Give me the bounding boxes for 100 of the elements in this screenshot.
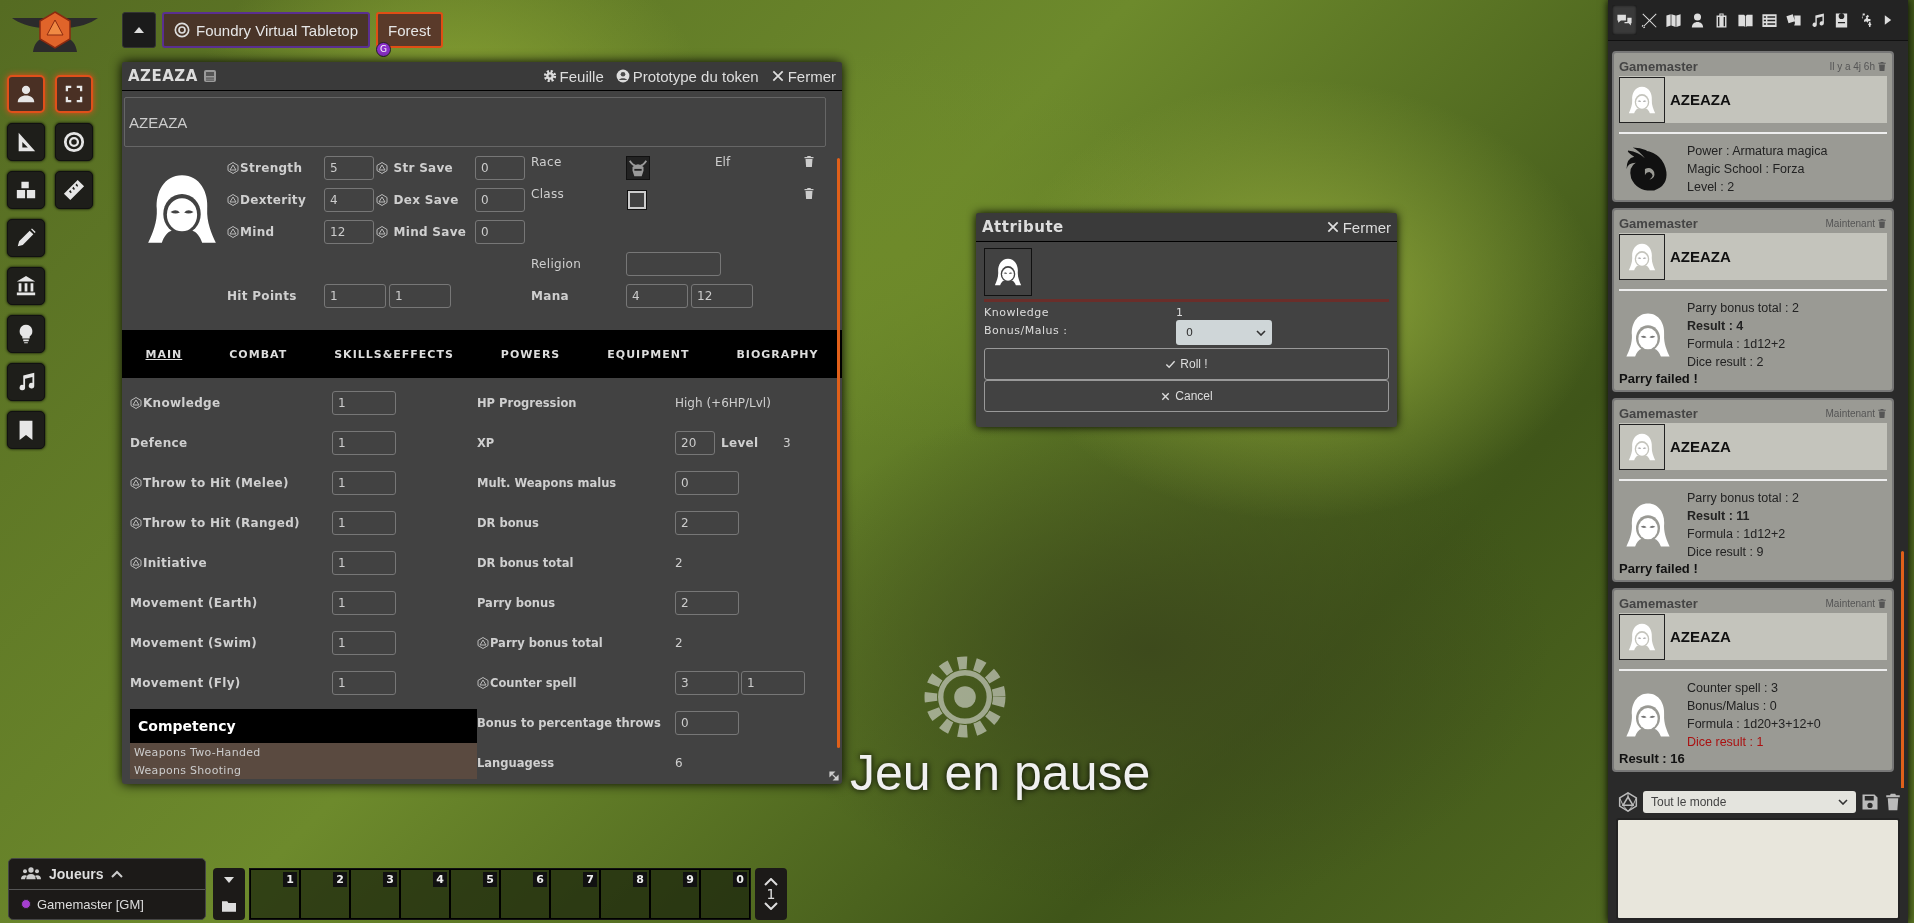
save-label[interactable]: Mind Save <box>376 225 475 239</box>
macro-slot[interactable]: 7 <box>550 869 600 919</box>
field-input[interactable]: 1 <box>332 551 396 575</box>
attribute-input[interactable]: 4 <box>324 188 374 212</box>
caret-down-icon[interactable] <box>224 876 234 883</box>
save-label[interactable]: Dex Save <box>376 193 475 207</box>
field-input[interactable]: 1 <box>332 591 396 615</box>
players-title[interactable]: Joueurs <box>49 866 104 882</box>
tool-control-button[interactable] <box>55 75 93 113</box>
macro-slot[interactable]: 4 <box>400 869 450 919</box>
folder-icon[interactable] <box>222 899 236 912</box>
attribute-label[interactable]: Dexterity <box>227 193 324 207</box>
religion-input[interactable] <box>626 252 721 276</box>
tool-control-button[interactable] <box>55 171 93 209</box>
chat-message-input[interactable] <box>1616 818 1900 920</box>
collapse-arrow-icon[interactable] <box>1884 14 1892 26</box>
sheet-tab[interactable]: BIOGRAPHY <box>736 347 819 361</box>
resize-handle-icon[interactable] <box>828 770 840 782</box>
mana-input[interactable]: 12 <box>691 284 753 308</box>
layer-control-button[interactable] <box>7 171 45 209</box>
macro-slot[interactable]: 1 <box>250 869 300 919</box>
save-icon[interactable] <box>1861 792 1879 812</box>
field-input[interactable]: 0 <box>675 711 739 735</box>
sheet-tab[interactable]: EQUIPMENT <box>607 347 690 361</box>
field-input[interactable]: 1 <box>332 631 396 655</box>
field-label[interactable]: Counter spell <box>477 676 673 690</box>
attribute-input[interactable]: 12 <box>324 220 374 244</box>
sheet-tab[interactable]: SKILLS&EFFECTS <box>334 347 454 361</box>
attribute-input[interactable]: 5 <box>324 156 374 180</box>
save-input[interactable]: 0 <box>475 220 525 244</box>
macro-slot[interactable]: 6 <box>500 869 550 919</box>
dialog-button[interactable]: Cancel <box>984 380 1389 412</box>
chevron-down-icon[interactable] <box>764 902 778 910</box>
trash-icon[interactable] <box>803 187 815 200</box>
field-input[interactable]: 2 <box>675 591 739 615</box>
macro-slot[interactable]: 9 <box>650 869 700 919</box>
attribute-label[interactable]: Strength <box>227 161 324 175</box>
dialog-button[interactable]: Roll ! <box>984 348 1389 380</box>
sheet-tab[interactable]: COMBAT <box>229 347 288 361</box>
competency-item[interactable]: Weapons Shooting <box>130 761 477 779</box>
hooded-figure-icon <box>1625 310 1671 360</box>
field-input[interactable]: 1 <box>332 511 396 535</box>
hit-points-input[interactable]: 1 <box>324 284 386 308</box>
scene-tab[interactable]: Foundry Virtual Tabletop <box>162 12 371 48</box>
field-input[interactable]: 1 <box>332 471 396 495</box>
header-link[interactable]: Prototype du token <box>615 67 759 85</box>
layer-control-button[interactable] <box>7 75 45 113</box>
name-field[interactable]: AZEAZA <box>124 97 826 147</box>
hit-points-input[interactable]: 1 <box>389 284 451 308</box>
tool-control-button[interactable] <box>55 123 93 161</box>
modifier-select[interactable]: 0 <box>1176 320 1272 345</box>
header-link[interactable]: Fermer <box>770 67 836 85</box>
field-input[interactable]: 1 <box>741 671 805 695</box>
scrollbar[interactable] <box>1901 551 1904 788</box>
xp-input[interactable]: 20 <box>675 431 715 455</box>
horned-helmet-icon[interactable] <box>626 156 650 180</box>
field-label[interactable]: Throw to Hit (Ranged) <box>130 516 330 530</box>
field-input[interactable]: 0 <box>675 471 739 495</box>
field-input[interactable]: 3 <box>675 671 739 695</box>
empty-image-slot[interactable] <box>628 191 646 209</box>
field-input[interactable]: 1 <box>332 671 396 695</box>
chevron-up-icon[interactable] <box>111 870 124 878</box>
scrollbar[interactable] <box>837 158 840 748</box>
header-link[interactable]: Feuille <box>542 67 604 85</box>
competency-item[interactable]: Weapons Two-Handed <box>130 743 477 761</box>
layer-control-button[interactable] <box>7 267 45 305</box>
layer-control-button[interactable] <box>7 219 45 257</box>
field-label[interactable]: Initiative <box>130 556 330 570</box>
layer-control-button[interactable] <box>7 411 45 449</box>
field-label[interactable]: Knowledge <box>130 396 330 410</box>
save-input[interactable]: 0 <box>475 156 525 180</box>
trash-icon[interactable] <box>1884 792 1902 812</box>
sheet-tab[interactable]: POWERS <box>500 347 561 361</box>
save-input[interactable]: 0 <box>475 188 525 212</box>
macro-slot[interactable]: 0 <box>700 869 750 919</box>
roll-mode-select[interactable]: Tout le monde <box>1643 791 1856 813</box>
field-label[interactable]: Parry bonus total <box>477 636 673 650</box>
field-value: 2 <box>675 636 683 650</box>
chevron-up-icon[interactable] <box>764 878 778 886</box>
sheet-tab[interactable]: MAIN <box>145 347 183 361</box>
macro-slot[interactable]: 3 <box>350 869 400 919</box>
field-label[interactable]: Throw to Hit (Melee) <box>130 476 330 490</box>
attribute-label[interactable]: Mind <box>227 225 324 239</box>
field-input[interactable]: 1 <box>332 391 396 415</box>
mana-input[interactable]: 4 <box>626 284 688 308</box>
dice-icon[interactable] <box>1618 792 1638 812</box>
field-input[interactable]: 1 <box>332 431 396 455</box>
layer-control-button[interactable] <box>7 123 45 161</box>
macro-slot[interactable]: 8 <box>600 869 650 919</box>
trash-icon[interactable] <box>803 155 815 168</box>
id-card-icon[interactable] <box>203 70 216 82</box>
layer-control-button[interactable] <box>7 363 45 401</box>
layer-control-button[interactable] <box>7 315 45 353</box>
field-input[interactable]: 2 <box>675 511 739 535</box>
sidebar-tab[interactable] <box>1612 5 1637 35</box>
save-label[interactable]: Str Save <box>376 161 475 175</box>
collapse-toggle-button[interactable] <box>122 12 156 48</box>
macro-slot[interactable]: 5 <box>450 869 500 919</box>
close-link[interactable]: Fermer <box>1325 218 1391 236</box>
macro-slot[interactable]: 2 <box>300 869 350 919</box>
